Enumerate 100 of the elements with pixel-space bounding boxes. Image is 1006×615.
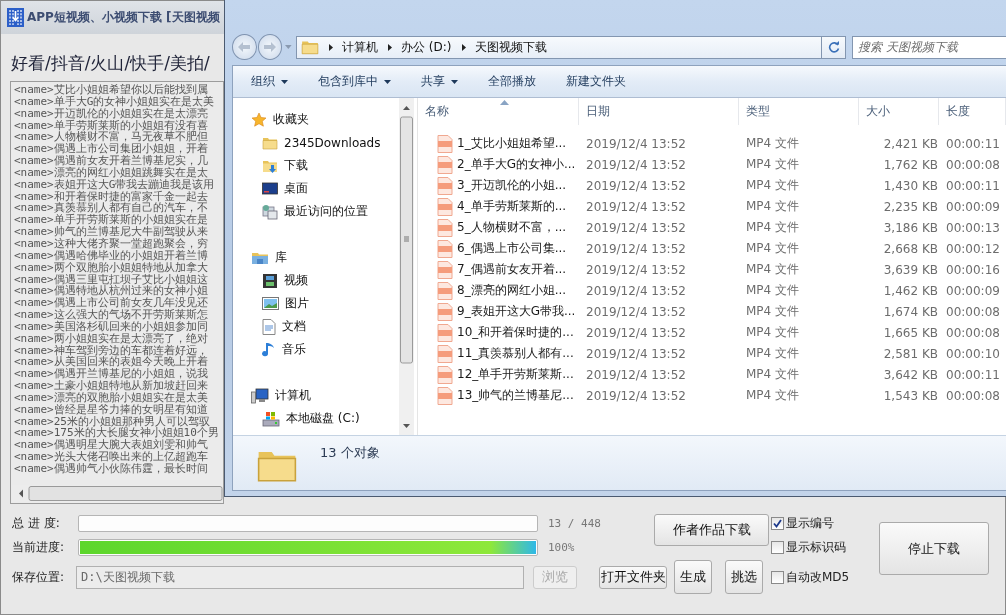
file-name[interactable]: 12_单手开劳斯莱斯...	[457, 366, 574, 383]
list-line: <name>从美国回来的表姐今天晚上开着	[14, 356, 208, 369]
checkbox-label: 显示标识码	[786, 538, 846, 556]
list-line: <name>两个双胞胎小姐姐特地从加拿大	[14, 261, 208, 274]
breadcrumb-item[interactable]: 计算机	[342, 38, 379, 56]
checkbox[interactable]	[771, 517, 784, 530]
list-line: <name>表姐开这大G带我去蹦迪我是该用	[14, 178, 215, 191]
file-name[interactable]: 11_真羡慕别人都有...	[457, 345, 574, 362]
nav-item[interactable]: 库	[233, 246, 287, 269]
file-length: 00:00:10	[945, 346, 1001, 361]
file-name[interactable]: 3_开迈凯伦的小姐...	[457, 177, 567, 194]
list-line: <name>这种大佬齐聚一堂超跑聚会，穷	[14, 237, 208, 250]
list-line: <name>光头大佬召唤出来的上亿超跑车	[14, 451, 208, 463]
file-date: 2019/12/4 13:52	[585, 304, 687, 319]
file-date: 2019/12/4 13:52	[585, 367, 687, 382]
list-line: <name>真羡慕别人都有自己的汽车，不	[14, 202, 208, 215]
nav-item[interactable]: 收藏夹	[233, 108, 309, 131]
list-line: <name>开迈凯伦的小姐姐实在是太漂亮	[14, 107, 208, 120]
nav-item[interactable]: 本地磁盘 (C:)	[233, 407, 360, 430]
column-header[interactable]: 日期	[579, 98, 739, 125]
file-name[interactable]: 4_单手劳斯莱斯的...	[457, 198, 567, 215]
file-length: 00:00:09	[945, 199, 1001, 214]
nav-item[interactable]: 2345Downloads	[233, 131, 381, 154]
toolbar-button[interactable]: 包含到库中	[318, 73, 391, 90]
nav-item[interactable]: 计算机	[233, 384, 311, 407]
list-line: <name>偶遇帅气小伙陈伟霆，最长时间	[14, 463, 208, 475]
breadcrumb-item[interactable]: 天图视频下载	[474, 38, 547, 56]
file-type: MP4 文件	[745, 135, 801, 152]
file-name[interactable]: 10_和开着保时捷的...	[457, 324, 574, 341]
list-line: <name>单手大G的女神小姐姐实在是太美	[14, 95, 215, 108]
forward-button[interactable]	[257, 34, 283, 60]
file-name[interactable]: 8_漂亮的网红小姐...	[457, 282, 567, 299]
nav-item[interactable]: 音乐	[233, 338, 306, 361]
author-download-button[interactable]: 作者作品下载	[654, 514, 769, 546]
arrow-right-icon	[264, 42, 277, 52]
checkbox[interactable]	[771, 540, 784, 554]
file-size: 2,421 KB	[882, 136, 939, 151]
file-date: 2019/12/4 13:52	[585, 346, 687, 361]
file-type: MP4 文件	[745, 387, 801, 404]
star-icon	[251, 111, 267, 128]
search-field[interactable]: 搜索 天图视频下载	[852, 35, 1006, 59]
list-line: <name>帅气的兰博基尼大牛副驾驶从来	[14, 226, 208, 238]
back-button[interactable]	[232, 34, 257, 60]
file-type: MP4 文件	[745, 219, 801, 236]
generate-button[interactable]: 生成	[674, 560, 712, 594]
toolbar-button[interactable]: 组织	[251, 73, 288, 90]
video-file-icon	[437, 302, 453, 321]
file-name[interactable]: 6_偶遇上市公司集...	[457, 240, 567, 257]
video-file-icon	[437, 239, 453, 258]
file-length: 00:00:08	[945, 157, 1001, 172]
breadcrumb-item[interactable]: 办公 (D:)	[401, 38, 452, 56]
caret-down-icon[interactable]	[285, 45, 293, 49]
toolbar-button[interactable]: 共享	[421, 73, 458, 90]
column-header[interactable]: 大小	[859, 98, 939, 125]
caret-down-icon	[384, 79, 391, 84]
address-bar[interactable]: 计算机 办公 (D:) 天图视频下载	[296, 35, 823, 59]
file-type: MP4 文件	[745, 177, 801, 194]
file-name[interactable]: 9_表姐开这大G带我...	[457, 303, 576, 320]
list-line: <name>和开着保时捷的富家千金一起去	[14, 190, 208, 203]
picture-icon	[262, 296, 279, 311]
file-length: 00:00:08	[945, 388, 1001, 403]
file-type: MP4 文件	[745, 198, 801, 215]
list-line: <name>人物横财不富，马无夜草不肥但	[14, 131, 208, 144]
file-date: 2019/12/4 13:52	[585, 241, 687, 256]
file-type: MP4 文件	[745, 366, 801, 383]
window-title: APP短视频、小视频下载 [天图视频	[27, 9, 220, 26]
file-size: 1,674 KB	[882, 304, 939, 319]
toolbar-button[interactable]: 全部播放	[488, 73, 536, 90]
file-length: 00:00:12	[945, 241, 1001, 256]
video-file-icon	[437, 134, 453, 153]
file-name[interactable]: 1_艾比小姐姐希望...	[457, 135, 567, 152]
video-file-icon	[437, 365, 453, 384]
checkbox[interactable]	[771, 570, 784, 584]
computer-icon	[251, 387, 269, 404]
file-date: 2019/12/4 13:52	[585, 157, 687, 172]
nav-item[interactable]: 最近访问的位置	[233, 200, 368, 223]
file-name[interactable]: 5_人物横财不富，...	[457, 219, 567, 236]
file-name[interactable]: 2_单手大G的女神小...	[457, 156, 576, 173]
nav-item[interactable]: 下载	[233, 154, 308, 177]
file-date: 2019/12/4 13:52	[585, 283, 687, 298]
open-folder-button[interactable]: 打开文件夹	[599, 565, 667, 589]
file-name[interactable]: 7_偶遇前女友开着...	[457, 261, 567, 278]
nav-item[interactable]: 图片	[233, 292, 309, 315]
list-line: <name>漂亮的网红小姐姐跳舞实在是太	[14, 166, 208, 179]
stop-download-button[interactable]: 停止下载	[879, 522, 989, 575]
refresh-button[interactable]	[822, 35, 846, 59]
file-length: 00:00:11	[945, 136, 1001, 151]
column-header[interactable]: 长度	[939, 98, 1006, 125]
file-length: 00:00:09	[945, 283, 1001, 298]
toolbar-button[interactable]: 新建文件夹	[566, 73, 626, 90]
nav-item[interactable]: 视频	[233, 269, 308, 292]
nav-item[interactable]: 文档	[233, 315, 306, 338]
video-file-icon	[437, 281, 453, 300]
column-header[interactable]: 类型	[739, 98, 859, 125]
arrow-left-icon	[238, 42, 251, 52]
nav-item[interactable]: 桌面	[233, 177, 308, 200]
file-date: 2019/12/4 13:52	[585, 136, 687, 151]
pick-button[interactable]: 挑选	[725, 560, 763, 594]
checkbox-label: 自动改MD5	[786, 568, 850, 586]
file-name[interactable]: 13_帅气的兰博基尼...	[457, 387, 574, 404]
